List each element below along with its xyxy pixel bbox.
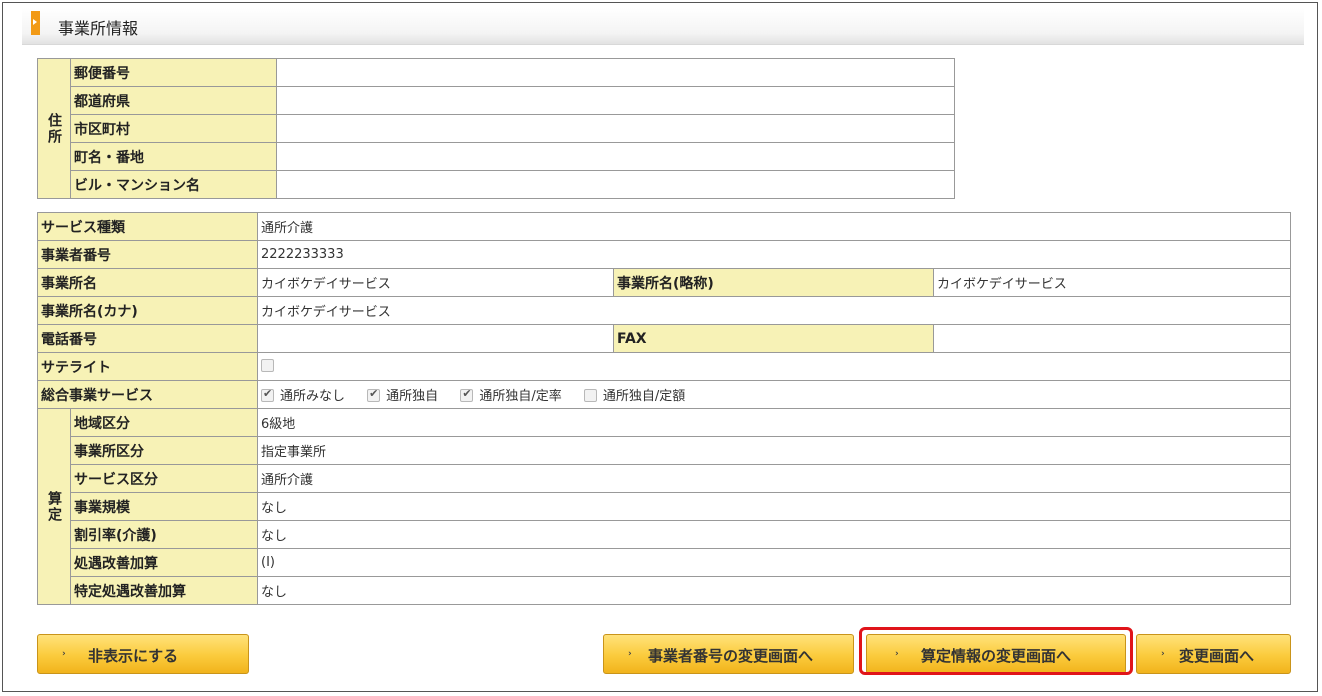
sogo-option-dokuji-teiritsu[interactable]: 通所独自/定率 [460,385,562,404]
address-table: 住所 郵便番号 都道府県 市区町村 町名・番地 ビル・マンション名 [37,58,955,199]
postal-code-field [276,58,955,87]
santei-change-button[interactable]: › 算定情報の変更画面へ [866,634,1126,674]
building-label: ビル・マンション名 [70,170,277,199]
jigyousha-change-button[interactable]: › 事業者番号の変更画面へ [603,634,854,674]
tokutei-shogu-value: なし [257,576,1291,605]
office-kana-value: カイボケデイサービス [257,296,1291,325]
checkbox-icon[interactable] [367,387,381,402]
building-field [276,170,955,199]
phone-label: 電話番号 [37,324,258,353]
checkbox-icon[interactable] [583,389,597,402]
street-field [276,142,955,171]
sogo-options: 通所みなし 通所独自 通所独自/定率 通所独自/定額 [257,380,1291,409]
satellite-cell [257,352,1291,381]
shogu-kaizen-label: 処遇改善加算 [70,548,258,577]
satellite-label: サテライト [37,352,258,381]
service-kubun-label: サービス区分 [70,464,258,493]
fax-value [933,324,1291,353]
section-header: 事業所情報 [22,8,1304,45]
jigyousho-kubun-label: 事業所区分 [70,436,258,465]
jigyousha-no-label: 事業者番号 [37,240,258,269]
office-name-value: カイボケデイサービス [257,268,614,297]
tokutei-shogu-label: 特定処遇改善加算 [70,576,258,605]
chiiki-kubun-value: 6級地 [257,408,1291,437]
office-short-value: カイボケデイサービス [933,268,1291,297]
arrow-right-icon: › [62,649,66,659]
street-label: 町名・番地 [70,142,277,171]
sogo-option-minashi[interactable]: 通所みなし [261,385,345,404]
jigyou-kibo-label: 事業規模 [70,492,258,521]
arrow-right-icon: › [895,649,899,659]
checkbox-icon[interactable] [261,387,274,402]
section-title: 事業所情報 [58,19,139,38]
jigyousha-no-value: 2222233333 [257,240,1291,269]
service-kubun-value: 通所介護 [257,464,1291,493]
waribiki-value: なし [257,520,1291,549]
office-info-table: サービス種類 通所介護 事業者番号 2222233333 事業所名 カイボケデイ… [37,212,1291,605]
postal-code-label: 郵便番号 [70,58,277,87]
chiiki-kubun-label: 地域区分 [70,408,258,437]
sogo-option-dokuji-teigaku[interactable]: 通所独自/定額 [583,385,685,404]
section-marker-icon [31,11,40,35]
change-button[interactable]: › 変更画面へ [1136,634,1291,674]
city-field [276,114,955,143]
waribiki-label: 割引率(介護) [70,520,258,549]
arrow-right-icon: › [628,649,632,659]
sogo-option-dokuji[interactable]: 通所独自 [367,385,438,404]
office-kana-label: 事業所名(カナ) [37,296,258,325]
jigyou-kibo-value: なし [257,492,1291,521]
fax-label: FAX [613,324,934,353]
office-name-label: 事業所名 [37,268,258,297]
shogu-kaizen-value: (Ⅰ) [257,548,1291,577]
hide-button[interactable]: › 非表示にする [37,634,249,674]
address-group-label: 住所 [37,58,71,199]
satellite-checkbox[interactable] [261,359,274,372]
phone-value [257,324,614,353]
jigyousho-kubun-value: 指定事業所 [257,436,1291,465]
sogo-label: 総合事業サービス [37,380,258,409]
arrow-right-icon: › [1161,649,1165,659]
prefecture-label: 都道府県 [70,86,277,115]
prefecture-field [276,86,955,115]
checkbox-icon[interactable] [460,387,474,402]
service-type-label: サービス種類 [37,212,258,241]
city-label: 市区町村 [70,114,277,143]
santei-group-label: 算定 [37,408,71,605]
service-type-value: 通所介護 [257,212,1291,241]
office-short-label: 事業所名(略称) [613,268,934,297]
